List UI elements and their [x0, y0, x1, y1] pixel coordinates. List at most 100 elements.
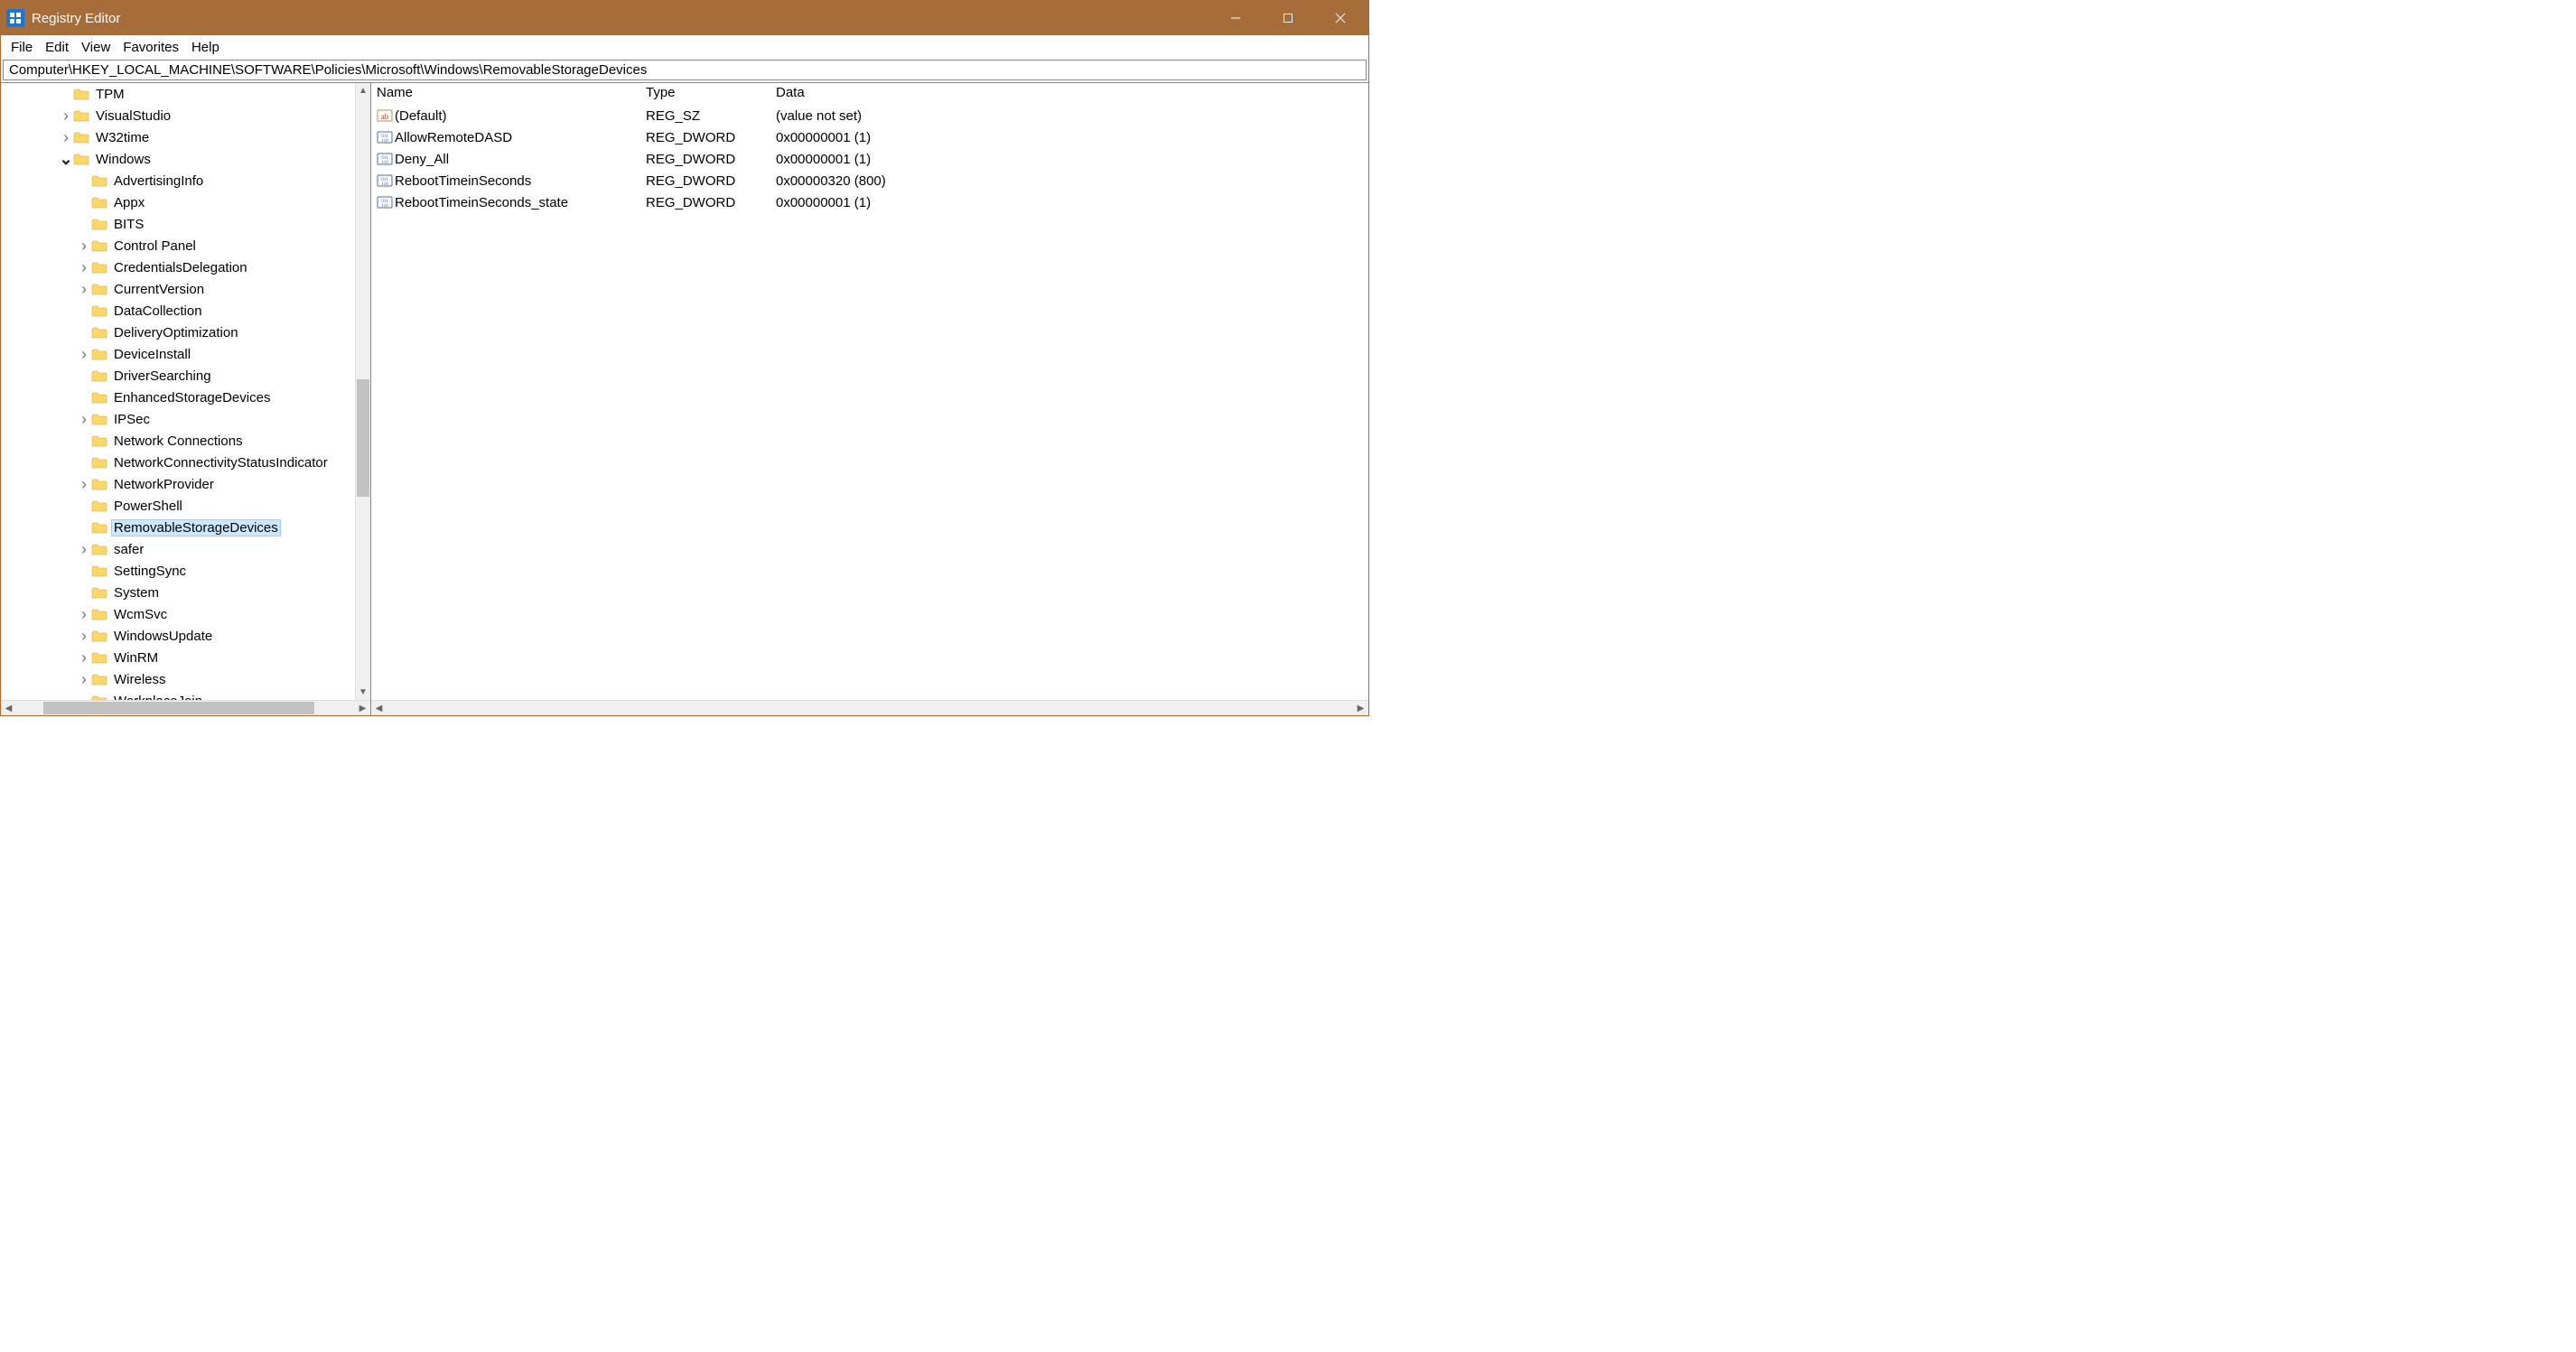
chevron-right-icon[interactable]: › [59, 107, 73, 126]
list-row[interactable]: ab(Default)REG_SZ(value not set) [371, 105, 1368, 126]
list-row[interactable]: 011110Deny_AllREG_DWORD0x00000001 (1) [371, 148, 1368, 170]
tree-node[interactable]: SettingSync [1, 560, 370, 582]
tree-node[interactable]: TPM [1, 83, 370, 105]
chevron-right-icon[interactable]: › [77, 540, 91, 559]
tree-node[interactable]: EnhancedStorageDevices [1, 387, 370, 408]
chevron-right-icon[interactable]: › [77, 670, 91, 689]
tree-node[interactable]: RemovableStorageDevices [1, 517, 370, 538]
tree-node[interactable]: › IPSec [1, 408, 370, 430]
list-horizontal-scrollbar[interactable]: ◀ ▶ [371, 700, 1368, 715]
tree-node[interactable]: ›Control Panel [1, 235, 370, 256]
tree-node[interactable]: System [1, 582, 370, 603]
scroll-thumb[interactable] [357, 379, 369, 497]
chevron-right-icon[interactable]: › [77, 237, 91, 256]
chevron-right-icon[interactable]: › [77, 345, 91, 364]
tree-node-label: PowerShell [111, 498, 185, 515]
menu-favorites[interactable]: Favorites [117, 38, 185, 57]
tree-pane: TPM›VisualStudio›W32time⌄Windows Advertis… [1, 83, 371, 715]
menu-file[interactable]: File [5, 38, 39, 57]
scroll-track[interactable] [387, 701, 1353, 715]
minimize-button[interactable] [1209, 1, 1262, 35]
tree-node[interactable]: ›DeviceInstall [1, 343, 370, 365]
scroll-down-icon[interactable]: ▼ [356, 685, 370, 700]
tree-node[interactable]: ›WinRM [1, 647, 370, 668]
tree-node[interactable]: PowerShell [1, 495, 370, 517]
chevron-right-icon[interactable]: › [59, 128, 73, 147]
tree-node[interactable]: WorkplaceJoin [1, 690, 370, 700]
scroll-track[interactable] [16, 701, 355, 715]
tree-node[interactable]: ›WindowsUpdate [1, 625, 370, 647]
scroll-thumb-h[interactable] [43, 702, 314, 714]
folder-icon [91, 455, 107, 470]
tree-node[interactable]: › Wireless [1, 668, 370, 690]
column-header-data[interactable]: Data [770, 83, 1368, 105]
scroll-right-icon[interactable]: ▶ [1353, 701, 1368, 716]
registry-editor-window: Registry Editor File Edit View Favorites… [0, 0, 1369, 716]
window-title: Registry Editor [32, 11, 1209, 26]
chevron-right-icon[interactable]: › [77, 258, 91, 277]
address-bar[interactable]: Computer\HKEY_LOCAL_MACHINE\SOFTWARE\Pol… [3, 60, 1367, 80]
folder-icon [91, 303, 107, 318]
tree-node-label: AdvertisingInfo [111, 172, 206, 190]
scroll-right-icon[interactable]: ▶ [355, 701, 370, 716]
list-row[interactable]: 011110AllowRemoteDASDREG_DWORD0x00000001… [371, 126, 1368, 148]
tree-node-label: NetworkConnectivityStatusIndicator [111, 454, 331, 471]
tree-node[interactable]: NetworkConnectivityStatusIndicator [1, 452, 370, 473]
menu-view[interactable]: View [75, 38, 117, 57]
tree-node[interactable]: › safer [1, 538, 370, 560]
scroll-up-icon[interactable]: ▲ [356, 83, 370, 98]
list-row[interactable]: 011110RebootTimeinSecondsREG_DWORD0x0000… [371, 170, 1368, 191]
tree-node-label: Network Connections [111, 433, 246, 450]
tree-node[interactable]: DriverSearching [1, 365, 370, 387]
tree-node-label: CurrentVersion [111, 281, 207, 298]
chevron-right-icon[interactable]: › [77, 475, 91, 494]
folder-icon [91, 585, 107, 600]
menu-help[interactable]: Help [185, 38, 226, 57]
tree-node-label: DriverSearching [111, 368, 214, 385]
tree-node[interactable]: Appx [1, 191, 370, 213]
tree-node-label: IPSec [111, 411, 153, 428]
tree-node[interactable]: ⌄Windows [1, 148, 370, 170]
tree-horizontal-scrollbar[interactable]: ◀ ▶ [1, 700, 370, 715]
tree-node[interactable]: › CurrentVersion [1, 278, 370, 300]
value-type: REG_DWORD [640, 130, 770, 145]
titlebar[interactable]: Registry Editor [1, 1, 1368, 35]
column-header-name[interactable]: Name [371, 83, 640, 105]
folder-icon [91, 282, 107, 296]
value-type: REG_DWORD [640, 152, 770, 167]
close-button[interactable] [1314, 1, 1367, 35]
tree-node[interactable]: ›CredentialsDelegation [1, 256, 370, 278]
tree-node-label: Wireless [111, 671, 169, 688]
tree-node-label: System [111, 584, 162, 601]
tree-node[interactable]: DataCollection [1, 300, 370, 322]
chevron-right-icon[interactable]: › [77, 627, 91, 646]
menu-edit[interactable]: Edit [39, 38, 75, 57]
scroll-left-icon[interactable]: ◀ [371, 701, 387, 716]
chevron-right-icon[interactable]: › [77, 410, 91, 429]
chevron-right-icon[interactable]: › [77, 280, 91, 299]
chevron-right-icon[interactable]: › [77, 648, 91, 667]
folder-icon [91, 195, 107, 210]
tree-vertical-scrollbar[interactable]: ▲ ▼ [355, 83, 370, 700]
tree-node-label: safer [111, 541, 146, 558]
svg-text:110: 110 [381, 182, 388, 187]
dword-value-icon: 011110 [377, 172, 393, 189]
tree-node[interactable]: ›NetworkProvider [1, 473, 370, 495]
maximize-button[interactable] [1262, 1, 1314, 35]
tree-node[interactable]: ›W32time [1, 126, 370, 148]
tree-node[interactable]: AdvertisingInfo [1, 170, 370, 191]
tree-node[interactable]: BITS [1, 213, 370, 235]
dword-value-icon: 011110 [377, 151, 393, 167]
value-data: 0x00000320 (800) [770, 173, 1368, 189]
tree-node[interactable]: Network Connections [1, 430, 370, 452]
value-name: (Default) [395, 108, 447, 124]
column-header-type[interactable]: Type [640, 83, 770, 105]
list-row[interactable]: 011110RebootTimeinSeconds_stateREG_DWORD… [371, 191, 1368, 213]
tree-node[interactable]: ›VisualStudio [1, 105, 370, 126]
tree-node[interactable]: DeliveryOptimization [1, 322, 370, 343]
scroll-left-icon[interactable]: ◀ [1, 701, 16, 716]
chevron-down-icon[interactable]: ⌄ [59, 154, 73, 163]
tree-node[interactable]: ›WcmSvc [1, 603, 370, 625]
chevron-right-icon[interactable]: › [77, 605, 91, 624]
tree-node-label: RemovableStorageDevices [111, 519, 281, 536]
